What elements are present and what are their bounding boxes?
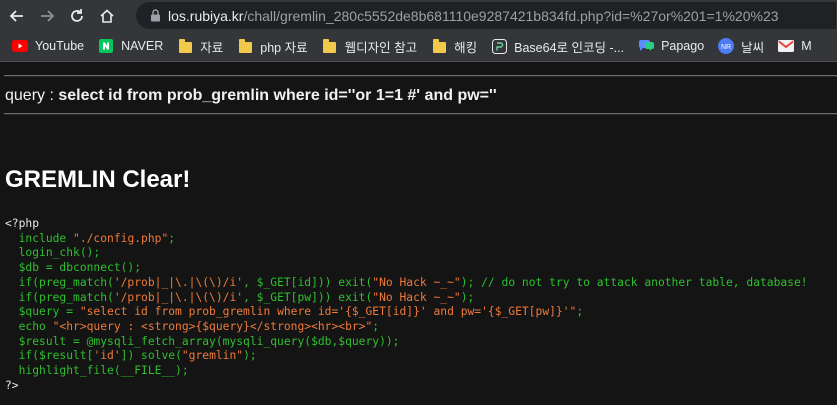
code-token: login_chk();	[18, 246, 101, 260]
code-token: "select id from prob_gremlin where id='{…	[79, 305, 577, 319]
url-text[interactable]: los.rubiya.kr/chall/gremlin_280c5552de8b…	[168, 8, 779, 24]
bookmarks-bar: YouTube NAVER 자료 php 자료 웹디자인 참고 해킹 Base6…	[0, 31, 837, 62]
query-line: query : select id from prob_gremlin wher…	[5, 87, 497, 105]
url-host: los.rubiya.kr	[168, 7, 244, 24]
arrow-right-icon	[41, 9, 55, 22]
code-token: ;	[372, 319, 380, 333]
code-token: echo	[18, 319, 53, 333]
bookmark-base64[interactable]: Base64로 인코딩 -...	[491, 37, 624, 56]
code-token: "gremlin"	[181, 349, 244, 363]
bookmark-papago[interactable]: Papago	[638, 38, 704, 54]
bookmark-folder-php[interactable]: php 자료	[237, 37, 308, 56]
bookmark-label: NAVER	[121, 39, 164, 53]
url-path: /chall/gremlin_280c5552de8b681110e928742…	[243, 7, 779, 24]
code-token: );	[243, 349, 257, 363]
php-close-tag: ?>	[5, 378, 19, 392]
bookmark-label: php 자료	[260, 40, 308, 55]
folder-icon	[322, 38, 338, 54]
browser-toolbar: los.rubiya.kr/chall/gremlin_280c5552de8b…	[0, 0, 837, 31]
bookmark-weather[interactable]: NR 날씨	[718, 37, 764, 56]
bookmark-gmail[interactable]: M	[778, 38, 812, 54]
code-token: ); // do not try to attack another table…	[460, 275, 808, 289]
lock-icon[interactable]	[146, 9, 164, 22]
code-token: if(preg_match(	[18, 275, 114, 289]
home-button[interactable]	[94, 3, 120, 29]
bookmark-naver[interactable]: NAVER	[98, 38, 163, 54]
query-sql: select id from prob_gremlin where id=''o…	[58, 87, 497, 104]
bookmark-folder-jaryo[interactable]: 자료	[177, 37, 223, 56]
code-token: highlight_file(__FILE__);	[18, 364, 189, 378]
code-token: "<hr>query : <strong>{$query}</strong><h…	[52, 319, 373, 333]
page-content: query : select id from prob_gremlin wher…	[0, 62, 837, 405]
code-token: $db = dbconnect();	[18, 261, 142, 275]
gmail-icon	[778, 38, 795, 54]
code-token: , $_GET[pw])) exit(	[243, 290, 373, 304]
bookmark-label: M	[801, 39, 812, 53]
code-token: '/prob|_|\.|\(\)/i'	[113, 290, 244, 304]
code-token: $result = @mysqli_fetch_array(mysqli_que…	[18, 334, 400, 348]
youtube-icon	[12, 38, 28, 54]
bookmark-folder-hacking[interactable]: 해킹	[431, 37, 477, 56]
clear-title: GREMLIN Clear!	[5, 166, 191, 193]
reload-icon	[71, 8, 83, 22]
horizontal-rule	[4, 75, 837, 77]
bookmark-label: 자료	[200, 40, 224, 55]
code-token: 'id'	[93, 349, 121, 363]
bookmark-label: Papago	[661, 39, 705, 53]
svg-text:NR: NR	[721, 44, 731, 51]
reload-button[interactable]	[64, 3, 90, 29]
bookmark-label: 날씨	[741, 40, 765, 55]
weather-icon: NR	[718, 38, 735, 54]
code-token: if($result[	[18, 349, 94, 363]
forward-button[interactable]	[34, 3, 60, 29]
bookmark-label: YouTube	[35, 39, 85, 53]
folder-icon	[237, 38, 253, 54]
folder-icon	[177, 38, 193, 54]
query-prefix: query :	[5, 87, 59, 104]
folder-icon	[431, 38, 447, 54]
bookmark-label: 웹디자인 참고	[344, 40, 418, 55]
home-icon	[100, 8, 114, 23]
code-token: );	[460, 290, 475, 304]
bookmark-label: 해킹	[454, 40, 478, 55]
code-token: ]) solve(	[120, 349, 182, 363]
horizontal-rule	[4, 113, 837, 115]
code-token: if(preg_match(	[18, 290, 114, 304]
code-token: "No Hack ~_~"	[372, 275, 461, 289]
base64-icon	[491, 38, 507, 54]
code-token: , $_GET[id])) exit(	[243, 275, 373, 289]
naver-icon	[98, 38, 114, 54]
code-token: $query =	[18, 305, 80, 319]
bookmark-youtube[interactable]: YouTube	[12, 38, 84, 54]
code-token: "No Hack ~_~"	[372, 290, 461, 304]
code-token: '/prob|_|\.|\(\)/i'	[113, 275, 244, 289]
arrow-left-icon	[9, 9, 23, 22]
bookmark-label: Base64로 인코딩 -...	[514, 40, 625, 55]
address-bar[interactable]: los.rubiya.kr/chall/gremlin_280c5552de8b…	[136, 2, 836, 29]
papago-icon	[638, 38, 655, 54]
php-source-code: <?php include "./config.php"; login_chk(…	[5, 217, 808, 393]
code-token: "./config.php"	[73, 231, 169, 245]
bookmark-folder-webdesign[interactable]: 웹디자인 참고	[322, 37, 417, 56]
code-token: ;	[576, 305, 584, 319]
code-token: ;	[168, 231, 176, 245]
code-token: include	[18, 231, 74, 245]
back-button[interactable]	[4, 3, 30, 29]
php-open-tag: <?php	[5, 217, 40, 230]
